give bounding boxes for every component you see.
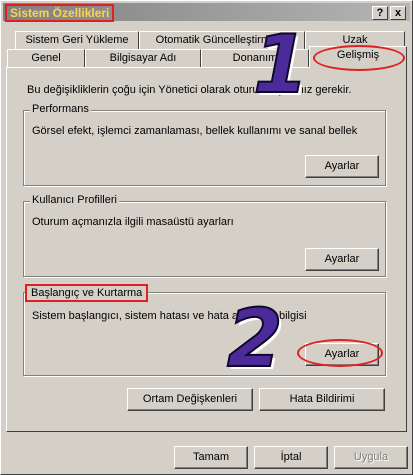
- step-2-annotation: 2: [226, 292, 284, 385]
- startup-recovery-settings-button[interactable]: Ayarlar: [305, 343, 379, 366]
- performance-group: Performans Görsel efekt, işlemci zamanla…: [23, 103, 386, 186]
- error-reporting-button[interactable]: Hata Bildirimi: [259, 388, 385, 411]
- system-properties-window: Sistem Özellikleri ? x Sistem Geri Yükle…: [0, 0, 413, 475]
- performance-description: Görsel efekt, işlemci zamanlaması, belle…: [32, 125, 358, 137]
- close-button[interactable]: x: [390, 6, 406, 20]
- tab-computer-name[interactable]: Bilgisayar Adı: [85, 49, 201, 67]
- step-1-annotation: 1: [252, 18, 310, 111]
- title-bar[interactable]: Sistem Özellikleri ? x: [3, 3, 410, 22]
- window-title: Sistem Özellikleri: [5, 4, 115, 22]
- help-button[interactable]: ?: [372, 6, 388, 20]
- environment-variables-button[interactable]: Ortam Değişkenleri: [127, 388, 253, 411]
- tab-advanced[interactable]: Gelişmiş: [309, 46, 407, 68]
- performance-settings-button[interactable]: Ayarlar: [305, 155, 379, 178]
- startup-recovery-label: Başlangıç ve Kurtarma: [25, 284, 149, 302]
- user-profiles-description: Oturum açmanızla ilgili masaüstü ayarlar…: [32, 216, 234, 228]
- apply-button[interactable]: Uygula: [334, 446, 408, 469]
- performance-label: Performans: [30, 103, 91, 115]
- ok-button[interactable]: Tamam: [174, 446, 248, 469]
- user-profiles-settings-button[interactable]: Ayarlar: [305, 248, 379, 271]
- user-profiles-group: Kullanıcı Profilleri Oturum açmanızla il…: [23, 194, 386, 277]
- startup-recovery-group: Başlangıç ve Kurtarma Sistem başlangıcı,…: [23, 284, 386, 376]
- cancel-button[interactable]: İptal: [254, 446, 328, 469]
- user-profiles-label: Kullanıcı Profilleri: [30, 194, 119, 206]
- tab-general[interactable]: Genel: [7, 49, 85, 67]
- advanced-tab-panel: Bu değişikliklerin çoğu için Yönetici ol…: [6, 67, 407, 432]
- tab-system-restore[interactable]: Sistem Geri Yükleme: [15, 31, 139, 49]
